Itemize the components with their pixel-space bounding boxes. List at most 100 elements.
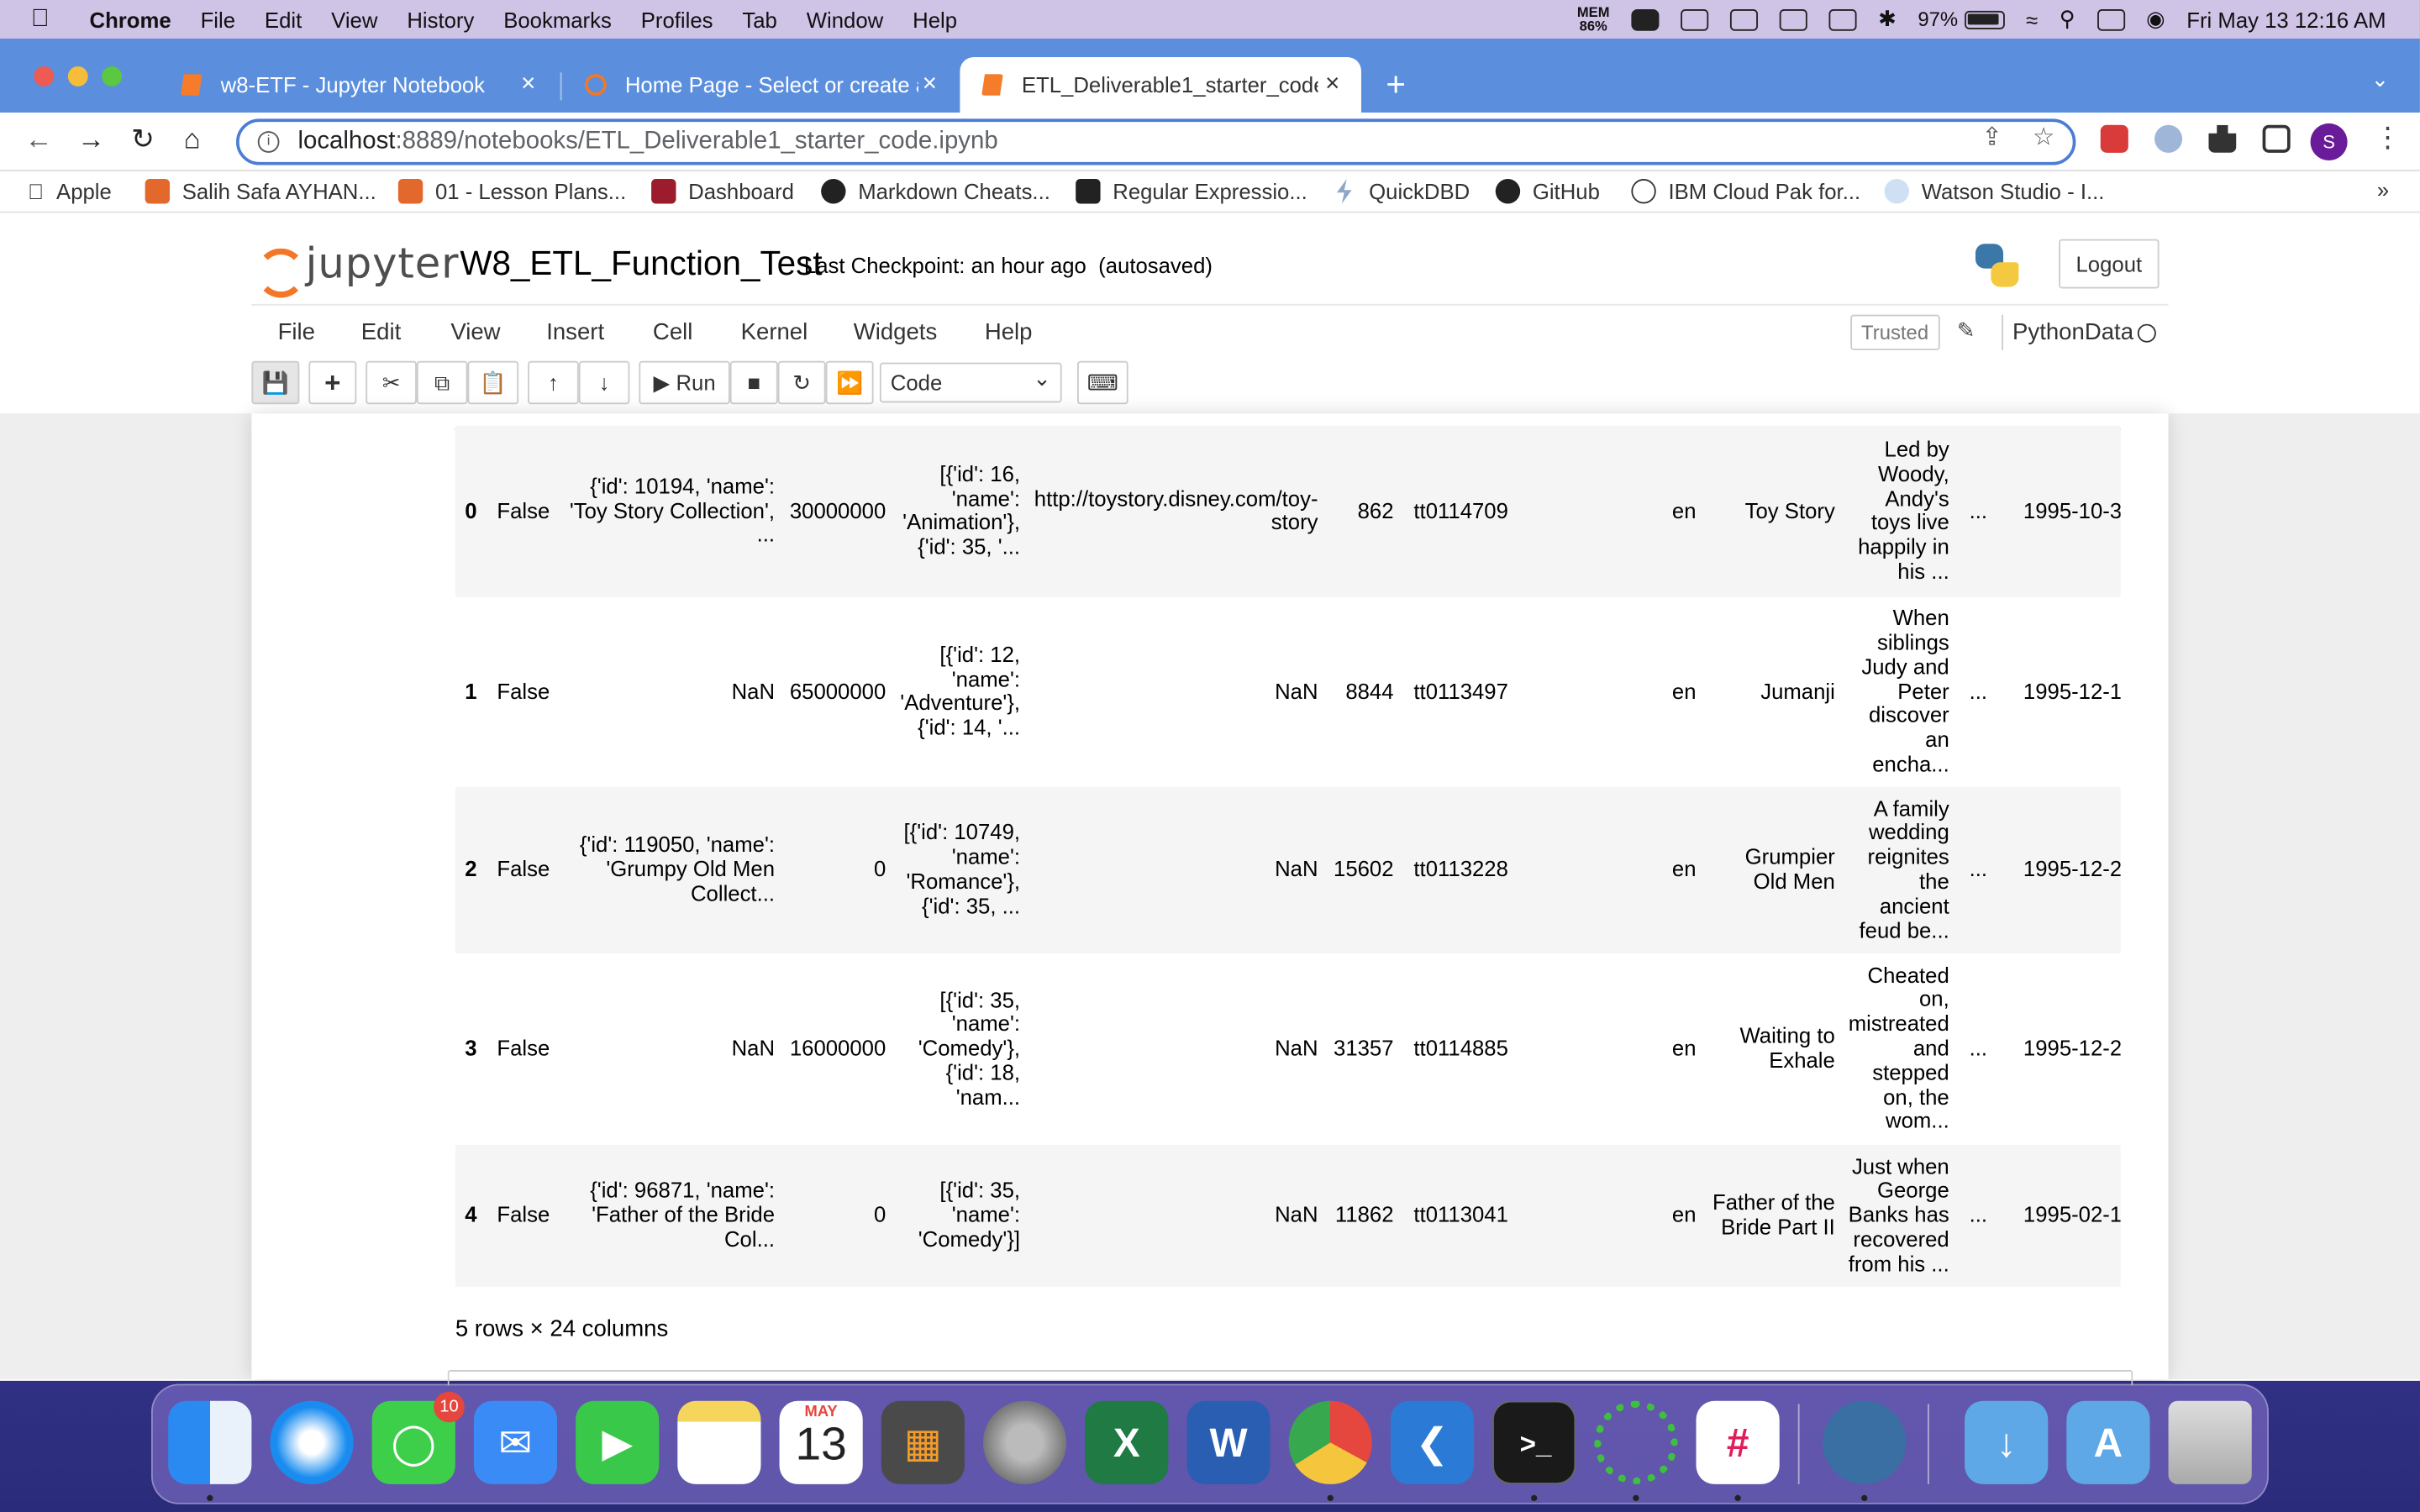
tab-home-page[interactable]: Home Page - Select or create a ×: [563, 57, 958, 113]
screen-mirroring-icon[interactable]: [1779, 8, 1807, 30]
word-icon[interactable]: W: [1186, 1400, 1270, 1484]
bluetooth-icon[interactable]: ✱: [1878, 6, 1897, 32]
battery-status[interactable]: 97%: [1918, 8, 2005, 31]
spotlight-search-icon[interactable]: ⚲: [2060, 6, 2075, 32]
notes-icon[interactable]: [677, 1400, 761, 1484]
vscode-icon[interactable]: ❮: [1390, 1400, 1475, 1484]
interrupt-stop-icon[interactable]: ■: [729, 360, 778, 405]
paste-icon[interactable]: 📋: [467, 360, 519, 405]
calculator-icon[interactable]: ▦: [881, 1400, 965, 1484]
nb-menu-edit[interactable]: Edit: [361, 319, 401, 345]
copy-icon[interactable]: ⧉: [416, 360, 468, 405]
logout-button[interactable]: Logout: [2059, 239, 2160, 289]
edit-pencil-icon[interactable]: ✎: [1957, 318, 1975, 344]
command-palette-keyboard-icon[interactable]: ⌨: [1077, 360, 1128, 405]
menu-history[interactable]: History: [407, 7, 474, 31]
safari-icon[interactable]: [270, 1400, 354, 1484]
home-icon[interactable]: ⌂: [184, 123, 201, 156]
slack-icon[interactable]: #: [1696, 1400, 1780, 1484]
profile-avatar[interactable]: S: [2310, 123, 2348, 161]
menu-file[interactable]: File: [201, 7, 235, 31]
new-tab-button[interactable]: +: [1386, 65, 1406, 105]
nb-menu-file[interactable]: File: [278, 319, 315, 345]
menu-bookmarks[interactable]: Bookmarks: [503, 7, 612, 31]
bed-icon[interactable]: [1729, 8, 1758, 30]
share-icon[interactable]: ⇪: [1981, 122, 2002, 153]
siri-icon[interactable]: ◉: [2146, 6, 2165, 32]
bookmark-github[interactable]: GitHub: [1495, 179, 1600, 204]
forward-arrow-icon[interactable]: →: [77, 123, 105, 156]
restart-run-all-icon[interactable]: ⏩: [825, 360, 874, 405]
mail-icon[interactable]: ✉: [473, 1400, 558, 1484]
side-panel-icon[interactable]: [2262, 124, 2291, 153]
notebook-name[interactable]: W8_ETL_Function_Test: [460, 244, 822, 284]
pgadmin-elephant-icon[interactable]: [1823, 1400, 1907, 1484]
tab-w8-etf[interactable]: w8-ETF - Jupyter Notebook ×: [159, 57, 557, 113]
facetime-icon[interactable]: ▶: [576, 1400, 660, 1484]
nb-menu-insert[interactable]: Insert: [546, 319, 604, 345]
nb-menu-kernel[interactable]: Kernel: [741, 319, 808, 345]
display-icon[interactable]: [1828, 8, 1857, 30]
move-down-icon[interactable]: ↓: [578, 360, 630, 405]
nb-menu-cell[interactable]: Cell: [653, 319, 692, 345]
extensions-puzzle-icon[interactable]: [2208, 124, 2237, 153]
bookmark-regex[interactable]: Regular Expressio...: [1076, 179, 1307, 204]
minimize-window-button[interactable]: [67, 66, 88, 87]
close-tab-icon[interactable]: ×: [1325, 71, 1339, 98]
menu-window[interactable]: Window: [807, 7, 883, 31]
close-tab-icon[interactable]: ×: [923, 71, 937, 98]
nb-menu-help[interactable]: Help: [985, 319, 1033, 345]
chrome-menu-icon[interactable]: ⋮: [2374, 122, 2402, 155]
insert-cell-icon[interactable]: +: [308, 360, 357, 405]
wifi-icon[interactable]: ≈: [2026, 7, 2038, 31]
close-window-button[interactable]: [34, 66, 55, 87]
menu-profiles[interactable]: Profiles: [641, 7, 713, 31]
menu-view[interactable]: View: [331, 7, 377, 31]
save-icon[interactable]: 💾: [251, 360, 300, 405]
apple-icon[interactable]: : [31, 5, 62, 33]
memory-status[interactable]: MEM 86%: [1577, 5, 1610, 33]
finder-icon[interactable]: [168, 1400, 252, 1484]
address-bar[interactable]: i localhost:8889/notebooks/ETL_Deliverab…: [236, 118, 2076, 165]
site-info-icon[interactable]: i: [257, 131, 280, 153]
tab-search-chevron-icon[interactable]: ⌄: [2371, 66, 2390, 92]
bookmark-ibm-cloud[interactable]: IBM Cloud Pak for...: [1631, 179, 1860, 204]
menu-app-name[interactable]: Chrome: [90, 7, 171, 31]
bookmark-star-icon[interactable]: ☆: [2033, 122, 2054, 153]
cell-type-select[interactable]: Code: [879, 360, 1062, 403]
menu-help[interactable]: Help: [913, 7, 957, 31]
bookmark-salih[interactable]: Salih Safa AYHAN...: [145, 179, 376, 204]
extension-blue-icon[interactable]: [2154, 124, 2183, 153]
excel-icon[interactable]: X: [1085, 1400, 1169, 1484]
anaconda-icon[interactable]: [1594, 1400, 1678, 1484]
restart-kernel-icon[interactable]: ↻: [777, 360, 826, 405]
trash-icon[interactable]: [2168, 1400, 2252, 1484]
reload-icon[interactable]: ↻: [131, 123, 155, 156]
system-preferences-icon[interactable]: [982, 1400, 1067, 1484]
bookmark-apple[interactable]: Apple: [28, 179, 112, 203]
run-button[interactable]: ▶ Run: [639, 360, 730, 405]
extension-red-icon[interactable]: [2100, 124, 2128, 153]
nb-menu-widgets[interactable]: Widgets: [854, 319, 938, 345]
menu-tab[interactable]: Tab: [742, 7, 776, 31]
control-center-icon[interactable]: [2096, 8, 2125, 30]
bookmark-watson[interactable]: Watson Studio - I...: [1884, 179, 2104, 204]
close-tab-icon[interactable]: ×: [521, 71, 535, 98]
tab-etl-deliverable[interactable]: ETL_Deliverable1_starter_code ×: [960, 56, 1361, 113]
jupyter-logo[interactable]: jupyter: [255, 241, 460, 297]
downloads-folder-icon[interactable]: ↓: [1965, 1400, 2049, 1484]
bookmark-dashboard[interactable]: Dashboard: [651, 179, 794, 204]
terminal-icon[interactable]: >_: [1492, 1400, 1576, 1484]
zoom-window-button[interactable]: [102, 66, 123, 87]
cut-icon[interactable]: ✂: [366, 360, 417, 405]
trusted-indicator[interactable]: Trusted: [1850, 314, 1939, 350]
clock-datetime[interactable]: Fri May 13 12:16 AM: [2186, 7, 2386, 31]
messages-icon[interactable]: ◯ 10: [371, 1391, 465, 1484]
calendar-icon[interactable]: MAY 13: [779, 1400, 863, 1484]
applications-folder-icon[interactable]: A: [2066, 1400, 2150, 1484]
bookmark-quickdbd[interactable]: QuickDBD: [1332, 179, 1470, 204]
bookmark-markdown[interactable]: Markdown Cheats...: [821, 179, 1050, 204]
kernel-name[interactable]: PythonData: [2002, 314, 2133, 352]
menu-edit[interactable]: Edit: [265, 7, 302, 31]
chrome-icon[interactable]: [1288, 1400, 1372, 1484]
